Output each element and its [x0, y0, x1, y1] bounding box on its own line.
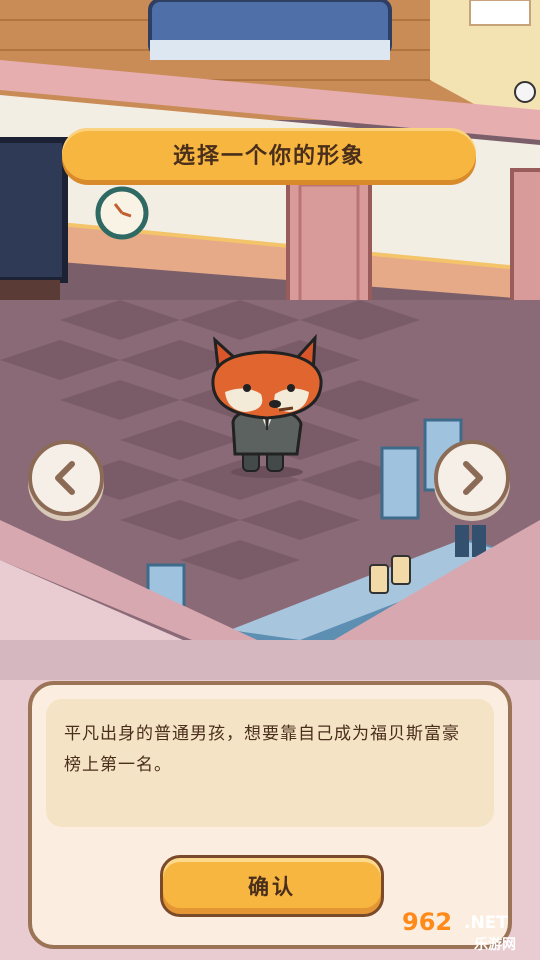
character-description: 平凡出身的普通男孩，想要靠自己成为福贝斯富豪榜上第一名。 [64, 724, 460, 775]
watermark-main: 962 [402, 908, 453, 936]
fox-character [211, 333, 323, 478]
title-banner: 选择一个你的形象 [62, 128, 476, 180]
next-character-button[interactable] [434, 440, 510, 516]
watermark-net: .NET [464, 913, 508, 933]
prev-character-button[interactable] [28, 440, 104, 516]
confirm-button[interactable]: 确认 [160, 855, 384, 917]
chevron-right-icon [463, 461, 483, 495]
character-description-box: 平凡出身的普通男孩，想要靠自己成为福贝斯富豪榜上第一名。 [46, 699, 494, 827]
chevron-left-icon [55, 461, 75, 495]
title-text: 选择一个你的形象 [172, 144, 365, 169]
watermark-cn: 乐游网 [474, 937, 516, 953]
watermark-logo: 962 .NET 乐游网 [402, 908, 534, 956]
confirm-button-label: 确认 [248, 875, 296, 899]
